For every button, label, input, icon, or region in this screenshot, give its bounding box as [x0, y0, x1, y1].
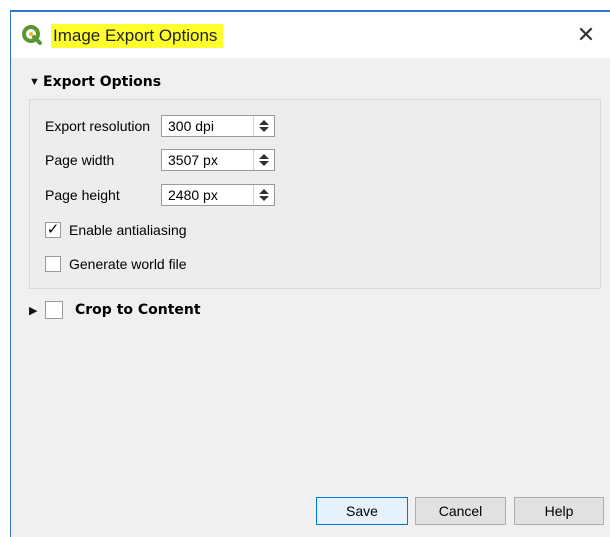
- page-width-spinbox[interactable]: 3507 px: [161, 149, 275, 171]
- close-button[interactable]: ✕: [572, 21, 600, 49]
- save-button[interactable]: Save: [316, 497, 408, 525]
- crop-to-content-checkbox[interactable]: [45, 301, 63, 319]
- export-resolution-label: Export resolution: [45, 118, 151, 134]
- spin-arrows-icon[interactable]: [253, 150, 274, 170]
- window-title: Image Export Options: [51, 24, 224, 48]
- crop-to-content-title: Crop to Content: [75, 302, 201, 318]
- cancel-button[interactable]: Cancel: [415, 497, 506, 525]
- page-height-spinbox[interactable]: 2480 px: [161, 184, 275, 206]
- export-resolution-value: 300 dpi: [168, 118, 214, 134]
- page-width-value: 3507 px: [168, 152, 218, 168]
- help-button[interactable]: Help: [514, 497, 604, 525]
- triangle-right-icon[interactable]: ▶: [29, 304, 43, 317]
- generate-world-file-label[interactable]: Generate world file: [69, 254, 187, 274]
- spin-arrows-icon[interactable]: [253, 185, 274, 205]
- enable-antialiasing-checkbox[interactable]: ✓: [45, 222, 61, 238]
- page-width-label: Page width: [45, 152, 115, 168]
- title-bar: Image Export Options ✕: [11, 12, 610, 58]
- export-options-header[interactable]: ▼ Export Options: [29, 72, 161, 92]
- crop-to-content-header[interactable]: ▶ Crop to Content: [29, 300, 201, 320]
- page-height-label: Page height: [45, 187, 120, 203]
- generate-world-file-checkbox[interactable]: [45, 256, 61, 272]
- triangle-down-icon[interactable]: ▼: [29, 76, 43, 88]
- page-height-value: 2480 px: [168, 187, 218, 203]
- export-dialog: Image Export Options ✕ ▼ Export Options …: [10, 10, 610, 537]
- export-options-title: Export Options: [43, 74, 162, 90]
- qgis-icon: [22, 25, 42, 45]
- export-resolution-spinbox[interactable]: 300 dpi: [161, 115, 275, 137]
- enable-antialiasing-label[interactable]: Enable antialiasing: [69, 220, 187, 240]
- spin-arrows-icon[interactable]: [253, 116, 274, 136]
